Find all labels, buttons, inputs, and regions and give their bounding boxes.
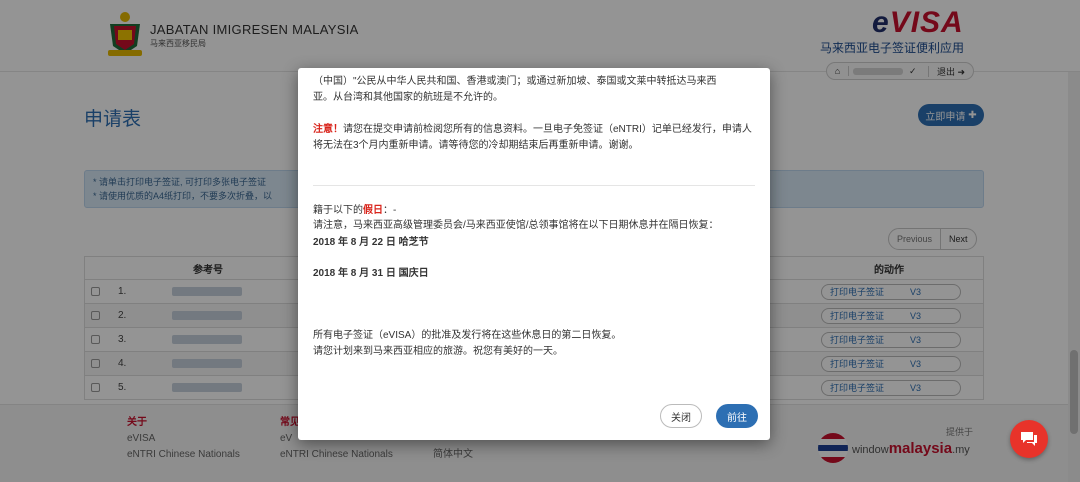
resume-text: 所有电子签证（eVISA）的批准及发行将在这些休息日的第二日恢复。: [313, 330, 622, 341]
modal-body: （中国）"公民从中华人民共和国、香港或澳门；或通过新加坡、泰国或文莱中转抵达马来…: [313, 74, 753, 154]
holiday-heading: 籍于以下的假日：-: [313, 203, 753, 218]
holiday-section: 籍于以下的假日：- 请注意，马来西亚高级管理委员会/马来西亚使馆/总领事馆将在以…: [313, 203, 753, 281]
resume-text: 请您计划来到马来西亚相应的旅游。祝您有美好的一天。: [313, 346, 563, 357]
modal-text: 亚。从台湾和其他国家的航班是不允许的。: [313, 92, 503, 103]
attention-label: 注意！: [313, 124, 343, 135]
holiday-notice-modal: （中国）"公民从中华人民共和国、香港或澳门；或通过新加坡、泰国或文莱中转抵达马来…: [298, 68, 770, 440]
attention-paragraph: 注意！请您在提交申请前检阅您所有的信息资料。一旦电子免签证（eNTRI）记单已经…: [313, 122, 753, 154]
modal-text: （中国）"公民从中华人民共和国、香港或澳门；或通过新加坡、泰国或文莱中转抵达马来…: [313, 76, 717, 87]
holiday-label: 假日: [363, 205, 383, 216]
attention-text: 请您在提交申请前检阅您所有的信息资料。一旦电子免签证（eNTRI）记单已经发行，…: [313, 124, 752, 151]
holiday-prefix: 籍于以下的: [313, 205, 363, 216]
chat-bubble-icon: [1021, 432, 1037, 446]
holiday-desc: 请注意，马来西亚高级管理委员会/马来西亚使馆/总领事馆将在以下日期休息并在隔日恢…: [313, 220, 719, 231]
holiday-date: 2018 年 8 月 22 日 哈芝节: [313, 237, 429, 248]
resume-notice: 所有电子签证（eVISA）的批准及发行将在这些休息日的第二日恢复。 请您计划来到…: [313, 328, 753, 360]
holiday-date: 2018 年 8 月 31 日 国庆日: [313, 268, 429, 279]
chat-button[interactable]: [1010, 420, 1048, 458]
close-button[interactable]: 关闭: [660, 404, 702, 428]
holiday-suffix: ：-: [383, 205, 397, 216]
proceed-button[interactable]: 前往: [716, 404, 758, 428]
modal-divider: [313, 185, 755, 186]
